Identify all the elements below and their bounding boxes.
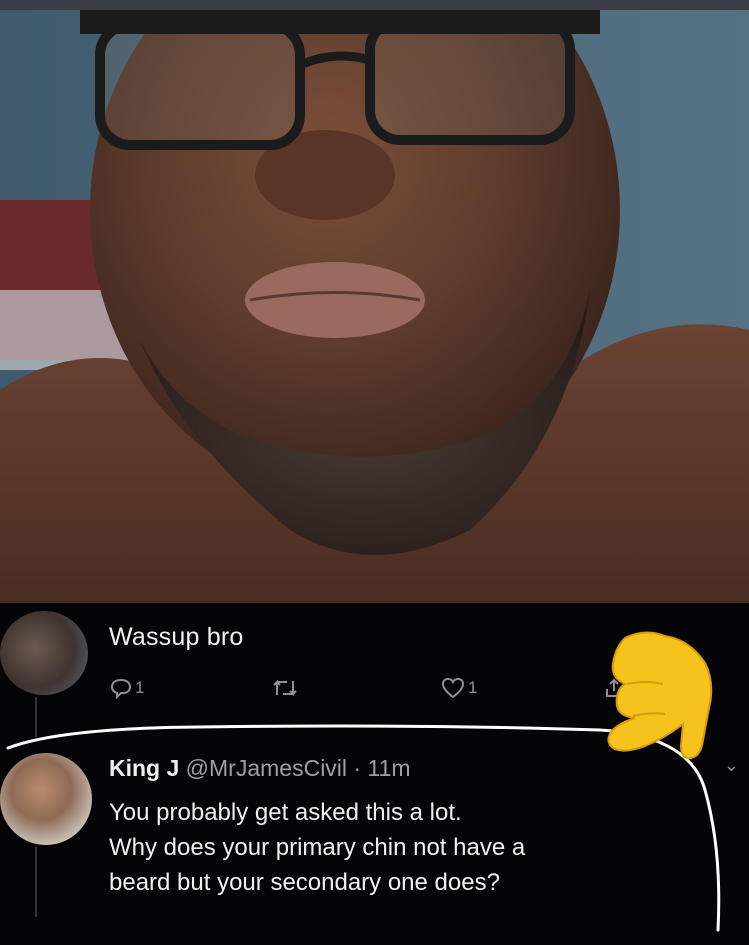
timestamp[interactable]: 11m (367, 755, 410, 781)
top-bar (0, 0, 749, 10)
avatar[interactable] (0, 611, 88, 695)
thread-connector (35, 847, 37, 917)
like-button[interactable]: 1 (441, 677, 477, 699)
reply-text-line: Why does your primary chin not have a (109, 834, 526, 861)
reply-text-line: You probably get asked this a lot. (109, 799, 462, 826)
chevron-down-icon[interactable]: ⌄ (724, 755, 739, 776)
reply-header: King J @MrJamesCivil · 11m (109, 755, 411, 782)
retweet-button[interactable] (272, 677, 298, 699)
reply-count: 1 (135, 678, 145, 697)
avatar[interactable] (0, 753, 92, 845)
separator: · (353, 755, 362, 781)
display-name[interactable]: King J (109, 755, 179, 781)
tweet-text: Wassup bro (109, 623, 244, 651)
reply-text-line: beard but your secondary one does? (109, 869, 500, 896)
heart-icon (441, 677, 465, 699)
retweet-icon (273, 679, 297, 697)
reply-icon (110, 678, 132, 699)
like-count: 1 (468, 678, 478, 697)
user-handle[interactable]: @MrJamesCivil (186, 755, 347, 781)
reply-text: You probably get asked this a lot. Why d… (109, 795, 729, 900)
pointing-hand-emoji-icon (607, 631, 713, 760)
thread-connector (35, 697, 37, 737)
face-photo-illustration (0, 10, 749, 603)
tweet-photo[interactable] (0, 10, 749, 603)
reply-button[interactable]: 1 (110, 677, 144, 699)
